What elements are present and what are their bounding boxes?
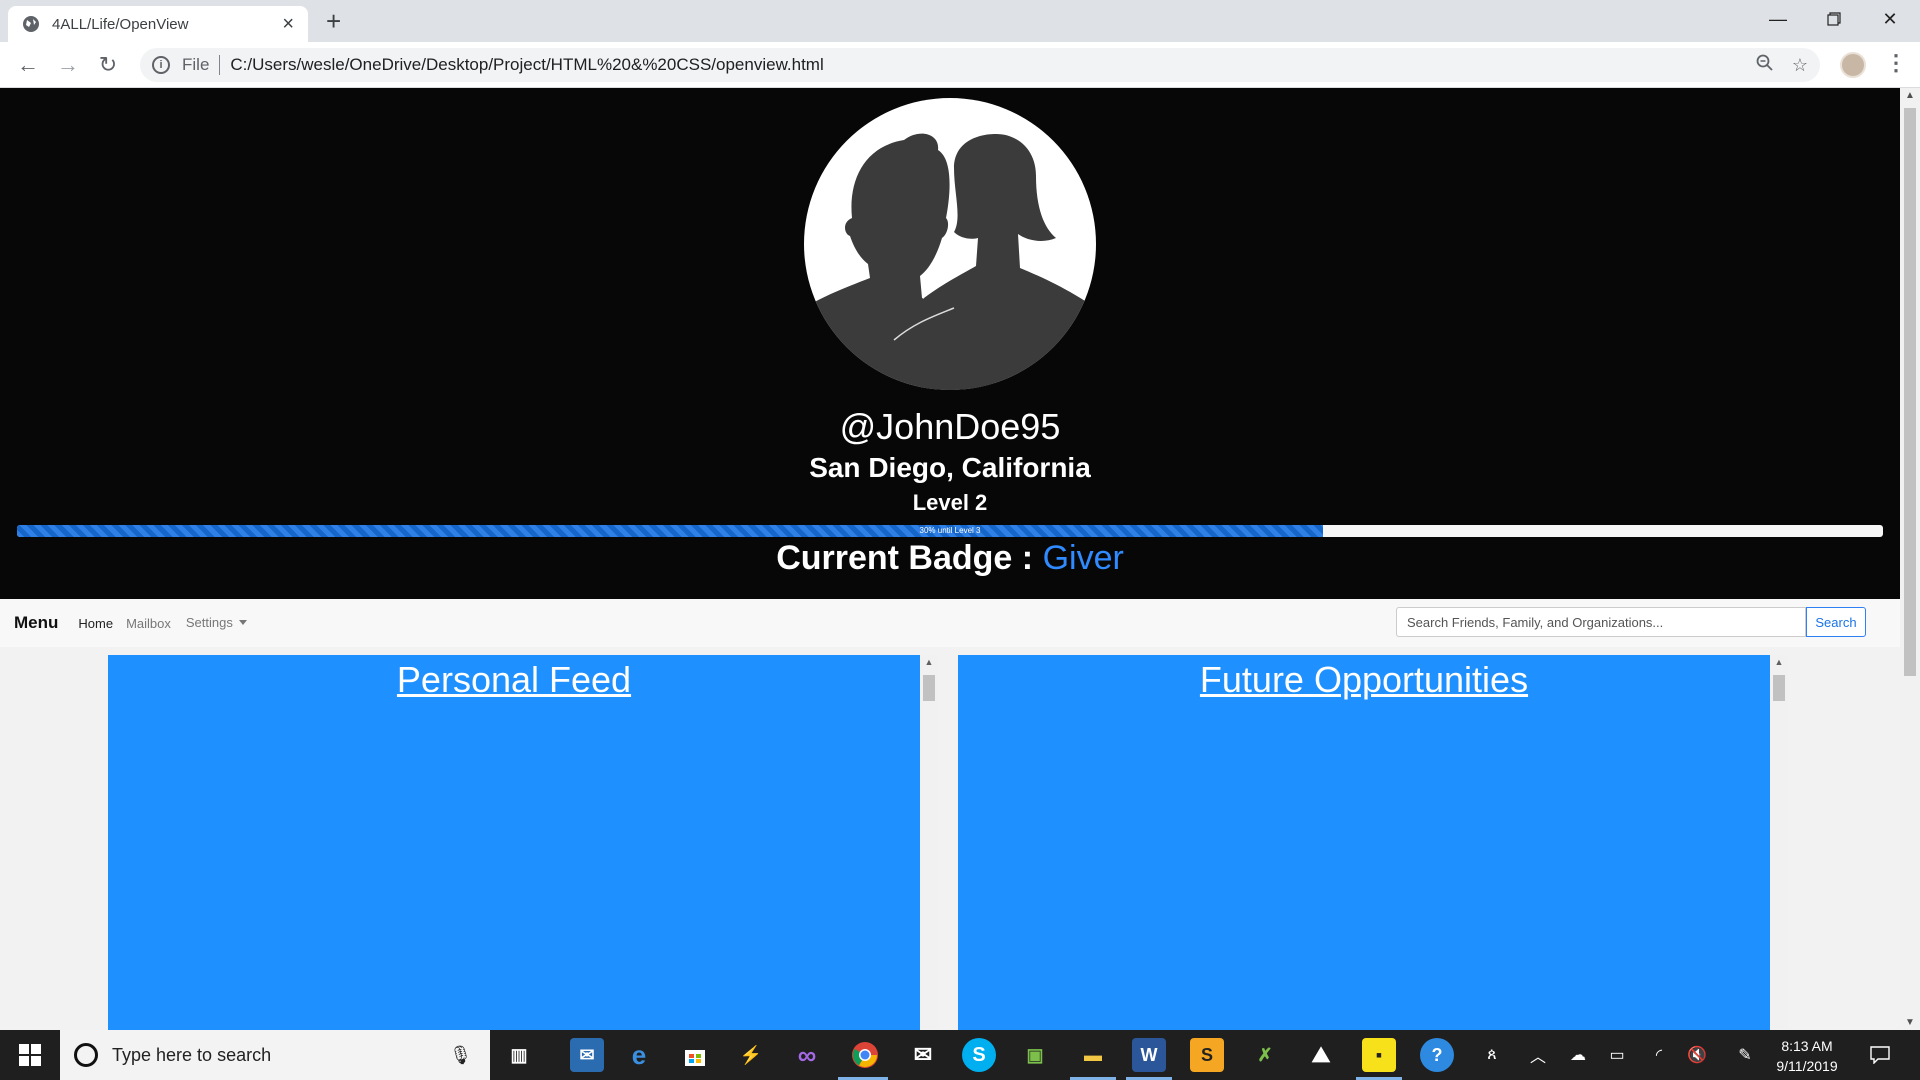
windows-taskbar: Type here to search 🎙 ▥ ✉ e ⚡ ∞ ✉ S ▣ ▬ … xyxy=(0,1030,1920,1080)
taskbar-search-box[interactable]: Type here to search 🎙 xyxy=(60,1030,490,1080)
current-badge: Current Badge : Giver xyxy=(0,539,1900,578)
browser-tab[interactable]: 4ALL/Life/OpenView × xyxy=(8,6,308,42)
personal-feed-title[interactable]: Personal Feed xyxy=(108,659,920,701)
zoom-icon[interactable] xyxy=(1756,54,1774,77)
username: @JohnDoe95 xyxy=(839,406,1061,447)
page-viewport: @JohnDoe95 San Diego, California Level 2… xyxy=(0,88,1900,1030)
microphone-icon[interactable]: 🎙 xyxy=(449,1045,472,1066)
taskbar-search-placeholder: Type here to search xyxy=(112,1044,272,1065)
personal-feed-scrollbar[interactable]: ▲ xyxy=(920,655,938,1030)
browser-toolbar: ← → ↻ i File C:/Users/wesle/OneDrive/Des… xyxy=(0,42,1920,88)
scroll-thumb[interactable] xyxy=(923,675,935,701)
scroll-up-arrow-icon[interactable]: ▲ xyxy=(1770,657,1788,667)
chrome-icon[interactable] xyxy=(848,1038,882,1072)
scroll-down-arrow-icon[interactable]: ▼ xyxy=(1900,1017,1920,1028)
taskbar-clock[interactable]: 8:13 AM 9/11/2019 xyxy=(1762,1036,1852,1076)
badge-name: Giver xyxy=(1042,539,1124,577)
level-progress-bar: 30% until Level 3 xyxy=(17,525,1883,537)
wifi-icon[interactable]: ◜ xyxy=(1642,1030,1676,1080)
menu-icon[interactable]: ⋮ xyxy=(1885,50,1907,76)
page-scroll-thumb[interactable] xyxy=(1904,108,1916,676)
address-scheme: File xyxy=(182,55,210,74)
edge-browser-icon[interactable]: e xyxy=(622,1038,656,1072)
skype-icon[interactable]: S xyxy=(962,1038,996,1072)
pen-icon[interactable]: ✎ xyxy=(1728,1030,1762,1080)
clock-date: 9/11/2019 xyxy=(1776,1058,1838,1074)
visual-studio-icon[interactable]: ∞ xyxy=(790,1038,824,1072)
windows-start-icon[interactable] xyxy=(0,1030,60,1080)
user-level: Level 2 xyxy=(912,490,988,515)
sticky-notes-icon[interactable]: ▪ xyxy=(1362,1038,1396,1072)
profile-header: @JohnDoe95 San Diego, California Level 2… xyxy=(0,88,1900,599)
reload-icon[interactable]: ↻ xyxy=(94,51,122,79)
minimize-icon[interactable]: — xyxy=(1750,0,1806,38)
sql-tool-icon[interactable]: ✗ xyxy=(1248,1038,1282,1072)
chevron-up-icon[interactable]: ︿ xyxy=(1522,1030,1554,1080)
mail-icon[interactable]: ✉ xyxy=(906,1038,940,1072)
cortana-icon xyxy=(74,1043,98,1067)
restore-icon[interactable] xyxy=(1806,0,1862,38)
game-controller-icon[interactable]: ⛰ xyxy=(1304,1038,1338,1072)
tab-title: 4ALL/Life/OpenView xyxy=(52,15,189,33)
forward-icon[interactable]: → xyxy=(54,51,82,79)
scroll-up-arrow-icon[interactable]: ▲ xyxy=(920,657,938,667)
search-input[interactable] xyxy=(1396,607,1806,637)
sublime-text-icon[interactable]: S xyxy=(1190,1038,1224,1072)
nav-dropdown-settings[interactable]: Settings xyxy=(186,614,247,632)
badge-label: Current Badge : xyxy=(776,539,1034,577)
back-icon[interactable]: ← xyxy=(14,51,42,79)
battery-icon[interactable]: ▭ xyxy=(1600,1030,1634,1080)
people-silhouette-icon xyxy=(804,133,1096,390)
word-icon[interactable]: W xyxy=(1132,1038,1166,1072)
scroll-thumb[interactable] xyxy=(1773,675,1785,701)
task-view-icon[interactable]: ▥ xyxy=(502,1038,536,1072)
nav-link-mailbox[interactable]: Mailbox xyxy=(126,616,171,631)
globe-icon xyxy=(22,15,40,33)
address-url[interactable]: C:/Users/wesle/OneDrive/Desktop/Project/… xyxy=(230,55,1737,75)
personal-feed-panel: Personal Feed xyxy=(108,655,920,1030)
nav-link-settings: Settings xyxy=(185,615,233,630)
chevron-down-icon xyxy=(238,620,247,626)
level-progress-text: 30% until Level 3 xyxy=(919,526,981,535)
future-opportunities-panel: Future Opportunities xyxy=(958,655,1770,1030)
nav-link-home[interactable]: Home xyxy=(78,616,113,631)
azure-data-studio-icon[interactable]: ⚡ xyxy=(734,1038,768,1072)
photos-app-icon[interactable]: ▣ xyxy=(1018,1038,1052,1072)
volume-muted-icon[interactable]: 🔇 xyxy=(1680,1030,1714,1080)
notification-icon[interactable] xyxy=(1860,1030,1900,1080)
new-tab-button[interactable]: + xyxy=(326,8,341,34)
user-location: San Diego, California xyxy=(809,452,1091,483)
star-icon[interactable]: ☆ xyxy=(1792,55,1808,76)
search-button[interactable]: Search xyxy=(1806,607,1866,637)
page-scrollbar[interactable]: ▲ ▼ xyxy=(1900,88,1920,1030)
close-window-icon[interactable]: ✕ xyxy=(1862,0,1918,38)
info-icon[interactable]: i xyxy=(152,56,170,74)
file-explorer-icon[interactable]: ▬ xyxy=(1076,1038,1110,1072)
address-separator xyxy=(219,55,221,75)
future-opportunities-scrollbar[interactable]: ▲ xyxy=(1770,655,1788,1030)
profile-avatar[interactable] xyxy=(1840,52,1866,78)
browser-tab-strip: 4ALL/Life/OpenView × + — ✕ xyxy=(0,0,1920,42)
user-avatar xyxy=(804,98,1096,390)
store-icon[interactable] xyxy=(678,1038,712,1072)
future-opportunities-title[interactable]: Future Opportunities xyxy=(958,659,1770,701)
help-icon[interactable]: ? xyxy=(1420,1038,1454,1072)
file-mail-app-icon[interactable]: ✉ xyxy=(570,1038,604,1072)
close-tab-icon[interactable]: × xyxy=(282,14,294,34)
navbar-brand[interactable]: Menu xyxy=(14,613,58,633)
onedrive-icon[interactable]: ☁ xyxy=(1560,1030,1596,1080)
clock-time: 8:13 AM xyxy=(1781,1038,1833,1054)
scroll-up-arrow-icon[interactable]: ▲ xyxy=(1900,90,1920,101)
site-navbar: Menu Home Mailbox Settings Search xyxy=(0,599,1900,647)
people-icon[interactable]: ጰ xyxy=(1474,1030,1510,1080)
address-bar[interactable]: i File C:/Users/wesle/OneDrive/Desktop/P… xyxy=(140,48,1820,82)
